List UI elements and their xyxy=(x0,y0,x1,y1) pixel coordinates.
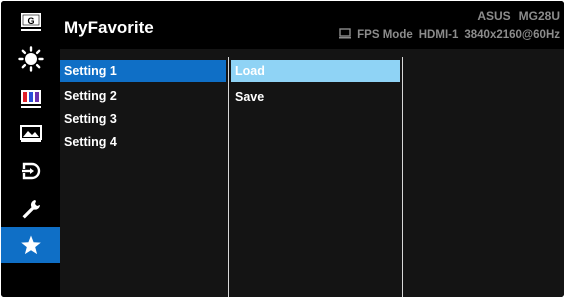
image-icon xyxy=(19,125,42,142)
system-setup-icon xyxy=(22,200,40,219)
display-mode-icon xyxy=(339,28,352,42)
input-source-label: HDMI-1 xyxy=(418,29,459,41)
color-icon xyxy=(20,90,41,108)
page-title: MyFavorite xyxy=(64,18,154,37)
setting-item-1[interactable]: Setting 1 xyxy=(60,60,226,82)
setting-item-4[interactable]: Setting 4 xyxy=(60,131,226,153)
sidebar-item-color[interactable] xyxy=(1,81,60,117)
monitor-osd: G MyFavorite ASUS MG28U FPS Mode HDMI-1 … xyxy=(1,1,564,297)
sidebar-item-brightness[interactable] xyxy=(1,41,60,77)
status-line: FPS Mode HDMI-1 3840x2160@60Hz xyxy=(339,28,560,42)
picture-mode-label: FPS Mode xyxy=(357,29,413,41)
brightness-icon xyxy=(17,46,44,72)
brand-model: ASUS MG28U xyxy=(477,9,560,23)
setting-item-3[interactable]: Setting 3 xyxy=(60,108,226,130)
sidebar-item-input-select[interactable] xyxy=(1,153,60,189)
load-option[interactable]: Load xyxy=(231,60,400,82)
favorite-star-icon xyxy=(20,235,41,255)
sidebar-item-system-setup[interactable] xyxy=(1,191,60,227)
osd-main-panel: MyFavorite ASUS MG28U FPS Mode HDMI-1 384… xyxy=(60,1,564,297)
sidebar-item-favorite[interactable] xyxy=(1,227,60,263)
gameplus-icon: G xyxy=(20,13,41,31)
column-divider xyxy=(228,57,229,297)
sidebar-item-image[interactable] xyxy=(1,116,60,152)
osd-sidebar: G xyxy=(1,1,60,297)
column-divider xyxy=(402,57,403,297)
resolution-label: 3840x2160@60Hz xyxy=(464,29,560,41)
model-label: MG28U xyxy=(518,9,560,23)
svg-text:G: G xyxy=(27,16,34,26)
setting-item-2[interactable]: Setting 2 xyxy=(60,85,226,107)
save-option[interactable]: Save xyxy=(231,86,400,108)
sidebar-item-gameplus[interactable]: G xyxy=(1,4,60,40)
input-select-icon xyxy=(21,162,40,180)
brand-label: ASUS xyxy=(477,9,511,23)
osd-header: MyFavorite ASUS MG28U FPS Mode HDMI-1 384… xyxy=(60,1,564,49)
